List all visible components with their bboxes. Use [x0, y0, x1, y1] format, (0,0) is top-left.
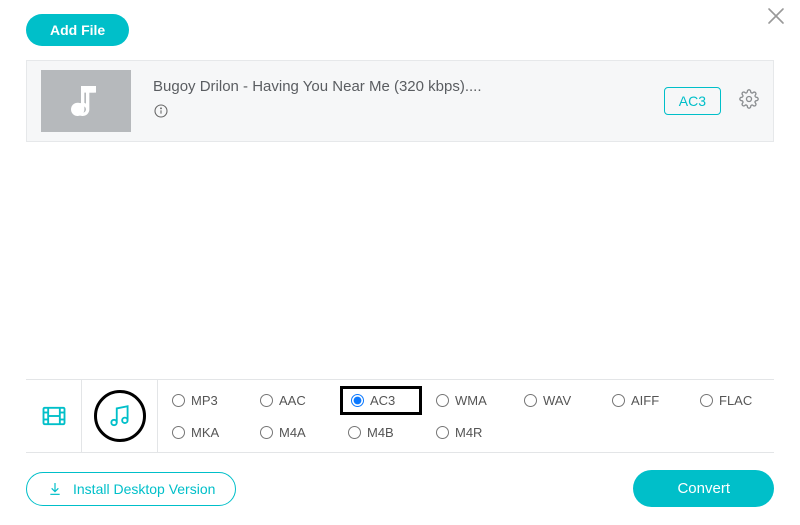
- close-icon[interactable]: [766, 6, 786, 31]
- format-label: MKA: [191, 425, 219, 440]
- format-option-wma[interactable]: WMA: [432, 391, 510, 410]
- format-option-m4b[interactable]: M4B: [344, 423, 422, 442]
- info-icon[interactable]: [153, 103, 664, 124]
- audio-icon: [107, 403, 133, 429]
- convert-button[interactable]: Convert: [633, 470, 774, 507]
- music-icon: [66, 81, 106, 121]
- format-option-flac[interactable]: FLAC: [696, 391, 774, 410]
- format-label: FLAC: [719, 393, 752, 408]
- audio-category-button[interactable]: [82, 380, 158, 452]
- file-title: Bugoy Drilon - Having You Near Me (320 k…: [153, 78, 664, 95]
- format-badge[interactable]: AC3: [664, 87, 721, 115]
- format-option-m4a[interactable]: M4A: [256, 423, 334, 442]
- download-icon: [47, 481, 63, 497]
- install-desktop-button[interactable]: Install Desktop Version: [26, 472, 236, 506]
- file-info: Bugoy Drilon - Having You Near Me (320 k…: [153, 78, 664, 124]
- format-bar: MP3 AAC AC3 WMA WAV AIFF FLAC MKA M4A M4…: [26, 379, 774, 453]
- format-label: M4R: [455, 425, 482, 440]
- install-label: Install Desktop Version: [73, 481, 215, 497]
- add-file-button[interactable]: Add File: [26, 14, 129, 46]
- format-option-mp3[interactable]: MP3: [168, 391, 246, 410]
- format-label: WMA: [455, 393, 487, 408]
- format-label: AAC: [279, 393, 306, 408]
- format-option-mka[interactable]: MKA: [168, 423, 246, 442]
- format-label: M4A: [279, 425, 306, 440]
- bottom-bar: Install Desktop Version Convert: [26, 470, 774, 507]
- format-option-m4r[interactable]: M4R: [432, 423, 510, 442]
- file-actions: AC3: [664, 87, 759, 115]
- format-grid: MP3 AAC AC3 WMA WAV AIFF FLAC MKA M4A M4…: [158, 380, 774, 452]
- audio-highlight-circle: [94, 390, 146, 442]
- file-thumbnail: [41, 70, 131, 132]
- video-icon: [40, 402, 68, 430]
- gear-icon[interactable]: [739, 89, 759, 114]
- video-category-button[interactable]: [26, 380, 82, 452]
- format-option-wav[interactable]: WAV: [520, 391, 598, 410]
- format-label: AC3: [370, 393, 395, 408]
- format-option-aiff[interactable]: AIFF: [608, 391, 686, 410]
- format-label: WAV: [543, 393, 571, 408]
- format-label: M4B: [367, 425, 394, 440]
- format-option-aac[interactable]: AAC: [256, 391, 334, 410]
- format-option-ac3[interactable]: AC3: [340, 386, 422, 415]
- file-item: Bugoy Drilon - Having You Near Me (320 k…: [26, 60, 774, 142]
- format-label: MP3: [191, 393, 218, 408]
- format-label: AIFF: [631, 393, 659, 408]
